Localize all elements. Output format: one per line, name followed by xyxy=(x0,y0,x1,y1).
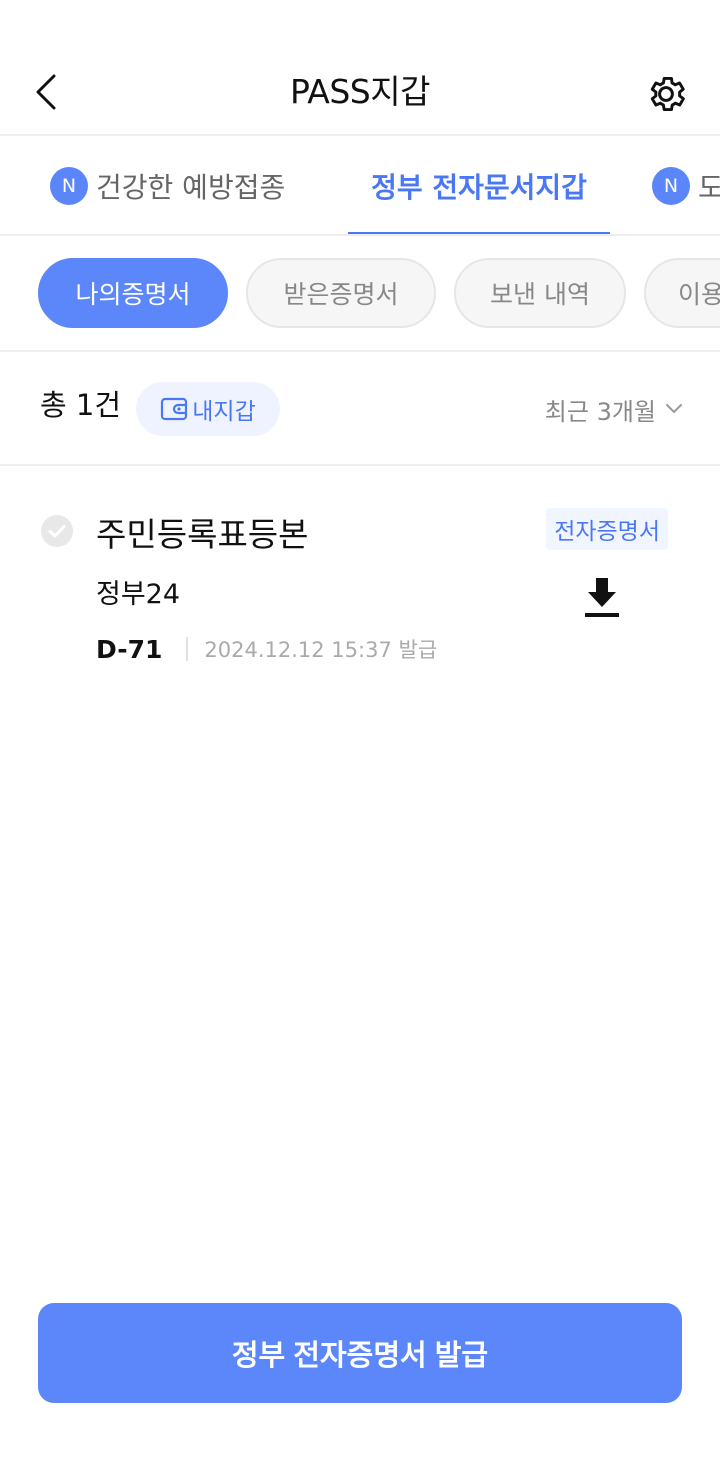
document-item[interactable]: 주민등록표등본 전자증명서 정부24 D-71 2024.12.12 15:37… xyxy=(0,468,720,688)
divider xyxy=(186,637,189,661)
d-day-label: D-71 xyxy=(96,634,163,664)
gear-icon xyxy=(650,76,685,112)
chip-received-certificates[interactable]: 받은증명서 xyxy=(246,258,436,328)
document-meta: D-71 2024.12.12 15:37 발급 xyxy=(96,630,437,668)
list-summary: 총 1건 내지갑 최근 3개월 xyxy=(0,352,720,466)
new-badge: N xyxy=(50,167,88,205)
chip-usage[interactable]: 이용 xyxy=(644,258,720,328)
total-count: 총 1건 xyxy=(40,388,122,422)
new-badge: N xyxy=(652,167,690,205)
issued-date: 2024.12.12 15:37 발급 xyxy=(204,638,438,662)
tab-next[interactable]: N 도 xyxy=(652,136,720,234)
settings-button[interactable] xyxy=(642,70,690,118)
issue-certificate-button[interactable]: 정부 전자증명서 발급 xyxy=(38,1303,682,1403)
period-label: 최근 3개월 xyxy=(544,397,656,426)
category-tabs: N 건강한 예방접종 정부 전자문서지갑 N 도 xyxy=(0,136,720,236)
my-wallet-label: 내지갑 xyxy=(192,399,256,425)
app-header: PASS지갑 xyxy=(0,0,720,136)
tab-label: 건강한 예방접종 xyxy=(96,171,286,204)
chip-my-certificates[interactable]: 나의증명서 xyxy=(38,258,228,328)
filter-chips: 나의증명서 받은증명서 보낸 내역 이용 xyxy=(0,236,720,352)
period-filter[interactable]: 최근 3개월 xyxy=(545,386,682,432)
chip-sent-history[interactable]: 보낸 내역 xyxy=(454,258,626,328)
document-type-badge: 전자증명서 xyxy=(546,508,668,550)
document-name: 주민등록표등본 xyxy=(96,515,309,554)
document-issuer: 정부24 xyxy=(96,579,181,610)
wallet-icon xyxy=(161,397,188,421)
tab-label: 정부 전자문서지갑 xyxy=(371,171,587,204)
check-circle-icon[interactable] xyxy=(40,514,74,548)
my-wallet-button[interactable]: 내지갑 xyxy=(136,382,280,436)
tab-gov-e-document-wallet[interactable]: 정부 전자문서지갑 xyxy=(348,136,610,234)
download-icon[interactable] xyxy=(582,576,622,620)
tab-label: 도 xyxy=(698,166,720,206)
page-title: PASS지갑 xyxy=(290,72,430,111)
tab-vaccination[interactable]: N 건강한 예방접종 xyxy=(50,136,286,234)
chevron-down-icon xyxy=(666,404,682,414)
